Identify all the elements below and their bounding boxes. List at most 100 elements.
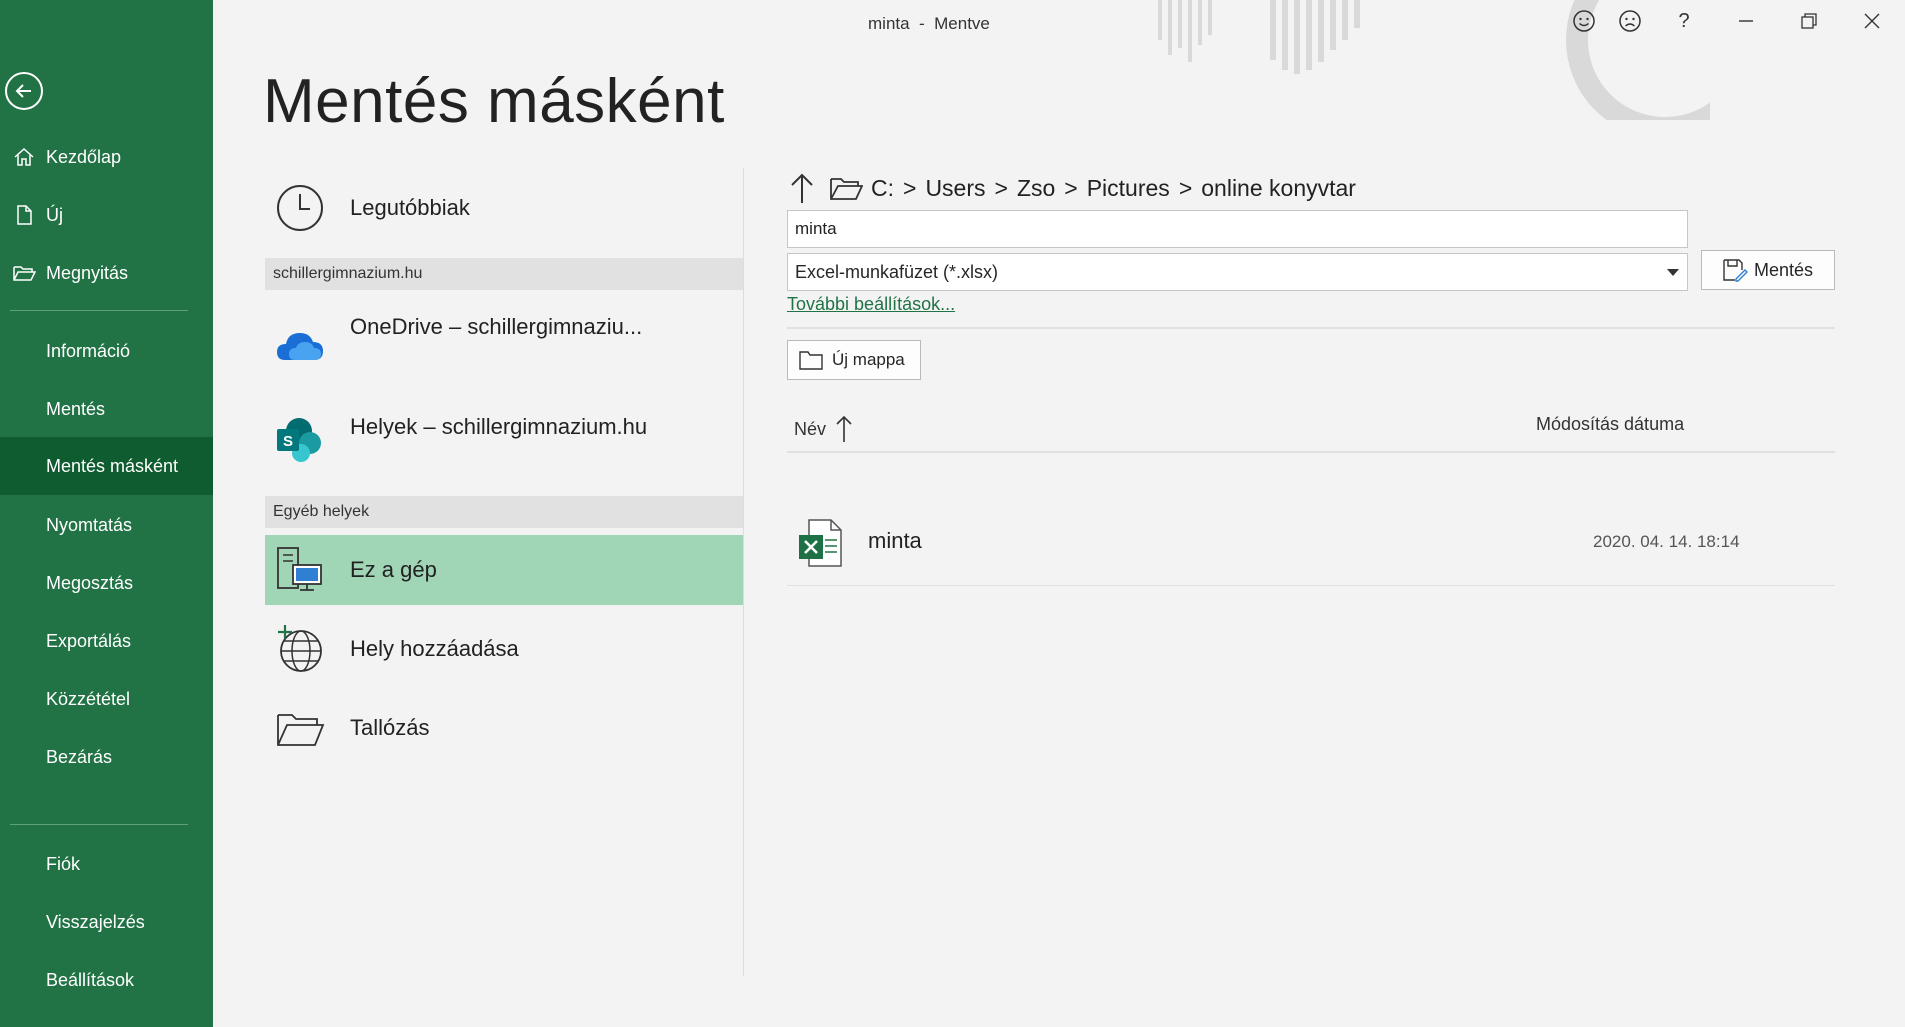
sidebar-item-save-as[interactable]: Mentés másként: [0, 437, 213, 495]
sidebar-item-publish[interactable]: Közzététel: [0, 673, 213, 725]
save-button-label: Mentés: [1754, 259, 1814, 280]
save-button[interactable]: Mentés: [1701, 250, 1835, 290]
filetype-value: Excel-munkafüzet (*.xlsx): [795, 262, 999, 282]
column-divider: [743, 168, 744, 976]
close-icon: [1864, 13, 1880, 29]
divider: [787, 585, 1835, 586]
close-button[interactable]: [1854, 6, 1890, 36]
breadcrumb-separator: >: [1178, 174, 1193, 201]
sidebar-item-label: Nyomtatás: [46, 514, 133, 535]
location-recent[interactable]: Legutóbbiak: [265, 176, 743, 240]
sidebar-item-label: Közzététel: [46, 688, 131, 709]
sidebar-item-label: Kezdőlap: [46, 146, 122, 167]
sidebar-item-export[interactable]: Exportálás: [0, 615, 213, 667]
clock-icon: [277, 185, 323, 231]
sidebar-item-info[interactable]: Információ: [0, 325, 213, 377]
sidebar-item-options[interactable]: Beállítások: [0, 954, 213, 1006]
sidebar-item-label: Mentés: [46, 398, 106, 419]
section-header-other: Egyéb helyek: [265, 496, 743, 528]
sidebar-item-close[interactable]: Bezárás: [0, 731, 213, 783]
sidebar-item-label: Megnyitás: [46, 262, 129, 283]
location-label: Helyek – schillergimnazium.hu: [350, 414, 648, 439]
location-browse[interactable]: Tallózás: [265, 697, 743, 759]
breadcrumb-item[interactable]: C:: [871, 175, 894, 202]
minimize-button[interactable]: [1728, 6, 1764, 36]
column-header-date[interactable]: Módosítás dátuma: [1536, 414, 1684, 435]
sidebar-item-home[interactable]: Kezdőlap: [0, 131, 213, 183]
sidebar-item-account[interactable]: Fiók: [0, 838, 213, 890]
home-icon: [14, 147, 34, 166]
location-label: Hely hozzáadása: [350, 636, 519, 661]
sidebar-item-label: Mentés másként: [46, 455, 179, 476]
sidebar-divider: [10, 310, 188, 311]
breadcrumb: C: > Users > Zso > Pictures > online kon…: [787, 170, 1356, 206]
sidebar-item-label: Fiók: [46, 853, 81, 874]
sidebar-item-new[interactable]: Új: [0, 189, 213, 241]
up-arrow-icon[interactable]: [787, 171, 817, 205]
new-folder-label: Új mappa: [832, 350, 905, 369]
more-options-link[interactable]: További beállítások...: [787, 294, 955, 315]
breadcrumb-item[interactable]: Zso: [1017, 175, 1055, 202]
backstage-sidebar: Kezdőlap Új Megnyitás Információ Mentés …: [0, 0, 213, 1027]
back-arrow-icon: [15, 84, 31, 98]
sidebar-item-save[interactable]: Mentés: [0, 383, 213, 435]
location-sharepoint-sites[interactable]: S Helyek – schillergimnazium.hu: [265, 398, 743, 486]
sidebar-item-label: Exportálás: [46, 630, 132, 651]
location-label: OneDrive – schillergimnaziu...: [350, 314, 643, 339]
window-title: minta - Mentve: [868, 14, 990, 33]
location-label: Tallózás: [350, 715, 430, 740]
section-header-org: schillergimnazium.hu: [265, 258, 743, 290]
back-button[interactable]: [5, 72, 43, 110]
sidebar-divider: [10, 824, 188, 825]
sidebar-item-feedback[interactable]: Visszajelzés: [0, 896, 213, 948]
sidebar-item-print[interactable]: Nyomtatás: [0, 499, 213, 551]
open-folder-icon: [13, 266, 36, 281]
breadcrumb-separator: >: [994, 174, 1008, 201]
location-this-pc[interactable]: Ez a gép: [265, 535, 743, 605]
file-row[interactable]: minta 2020. 04. 14. 18:14: [787, 508, 1835, 578]
divider: [787, 451, 1835, 453]
add-place-globe-icon: [278, 625, 322, 672]
breadcrumb-item[interactable]: online konyvtar: [1201, 175, 1356, 202]
excel-file-icon: [799, 519, 842, 567]
breadcrumb-item[interactable]: Users: [925, 175, 985, 202]
folder-icon: [830, 178, 863, 200]
restore-icon: [1801, 13, 1817, 29]
filetype-dropdown[interactable]: Excel-munkafüzet (*.xlsx): [787, 253, 1688, 291]
onedrive-cloud-icon: [277, 333, 323, 360]
breadcrumb-separator: >: [1064, 174, 1078, 201]
sidebar-item-share[interactable]: Megosztás: [0, 557, 213, 609]
sidebar-item-label: Új: [46, 204, 63, 225]
new-folder-icon: [799, 351, 823, 370]
divider: [787, 327, 1835, 329]
minimize-icon: [1739, 20, 1753, 22]
location-label: Legutóbbiak: [350, 195, 470, 220]
sidebar-item-label: Beállítások: [46, 969, 135, 990]
page-title: Mentés másként: [263, 67, 725, 136]
computer-icon: [277, 547, 322, 591]
sidebar-item-label: Bezárás: [46, 746, 113, 767]
filename-input[interactable]: [787, 210, 1688, 248]
breadcrumb-item[interactable]: Pictures: [1087, 175, 1170, 202]
sidebar-item-open[interactable]: Megnyitás: [0, 247, 213, 299]
file-name: minta: [868, 528, 922, 553]
frown-feedback-button[interactable]: [1612, 6, 1648, 36]
sort-ascending-icon: [836, 415, 852, 442]
location-onedrive[interactable]: OneDrive – schillergimnaziu...: [265, 300, 743, 388]
sidebar-item-label: Megosztás: [46, 572, 134, 593]
chevron-down-icon: [1667, 269, 1679, 276]
restore-button[interactable]: [1791, 6, 1827, 36]
sidebar-item-label: Információ: [46, 340, 131, 361]
smiley-icon: [1573, 10, 1595, 32]
column-header-label: Név: [794, 418, 827, 439]
smile-feedback-button[interactable]: [1566, 6, 1602, 36]
save-pencil-icon: [1723, 259, 1748, 282]
new-folder-button[interactable]: Új mappa: [787, 340, 921, 380]
sidebar-item-label: Visszajelzés: [46, 911, 145, 932]
location-add-place[interactable]: Hely hozzáadása: [265, 618, 743, 680]
browse-folder-icon: [277, 714, 325, 746]
new-doc-icon: [17, 205, 32, 225]
breadcrumb-separator: >: [903, 174, 917, 201]
help-button[interactable]: ?: [1666, 6, 1702, 36]
column-header-name[interactable]: Név: [794, 414, 854, 444]
